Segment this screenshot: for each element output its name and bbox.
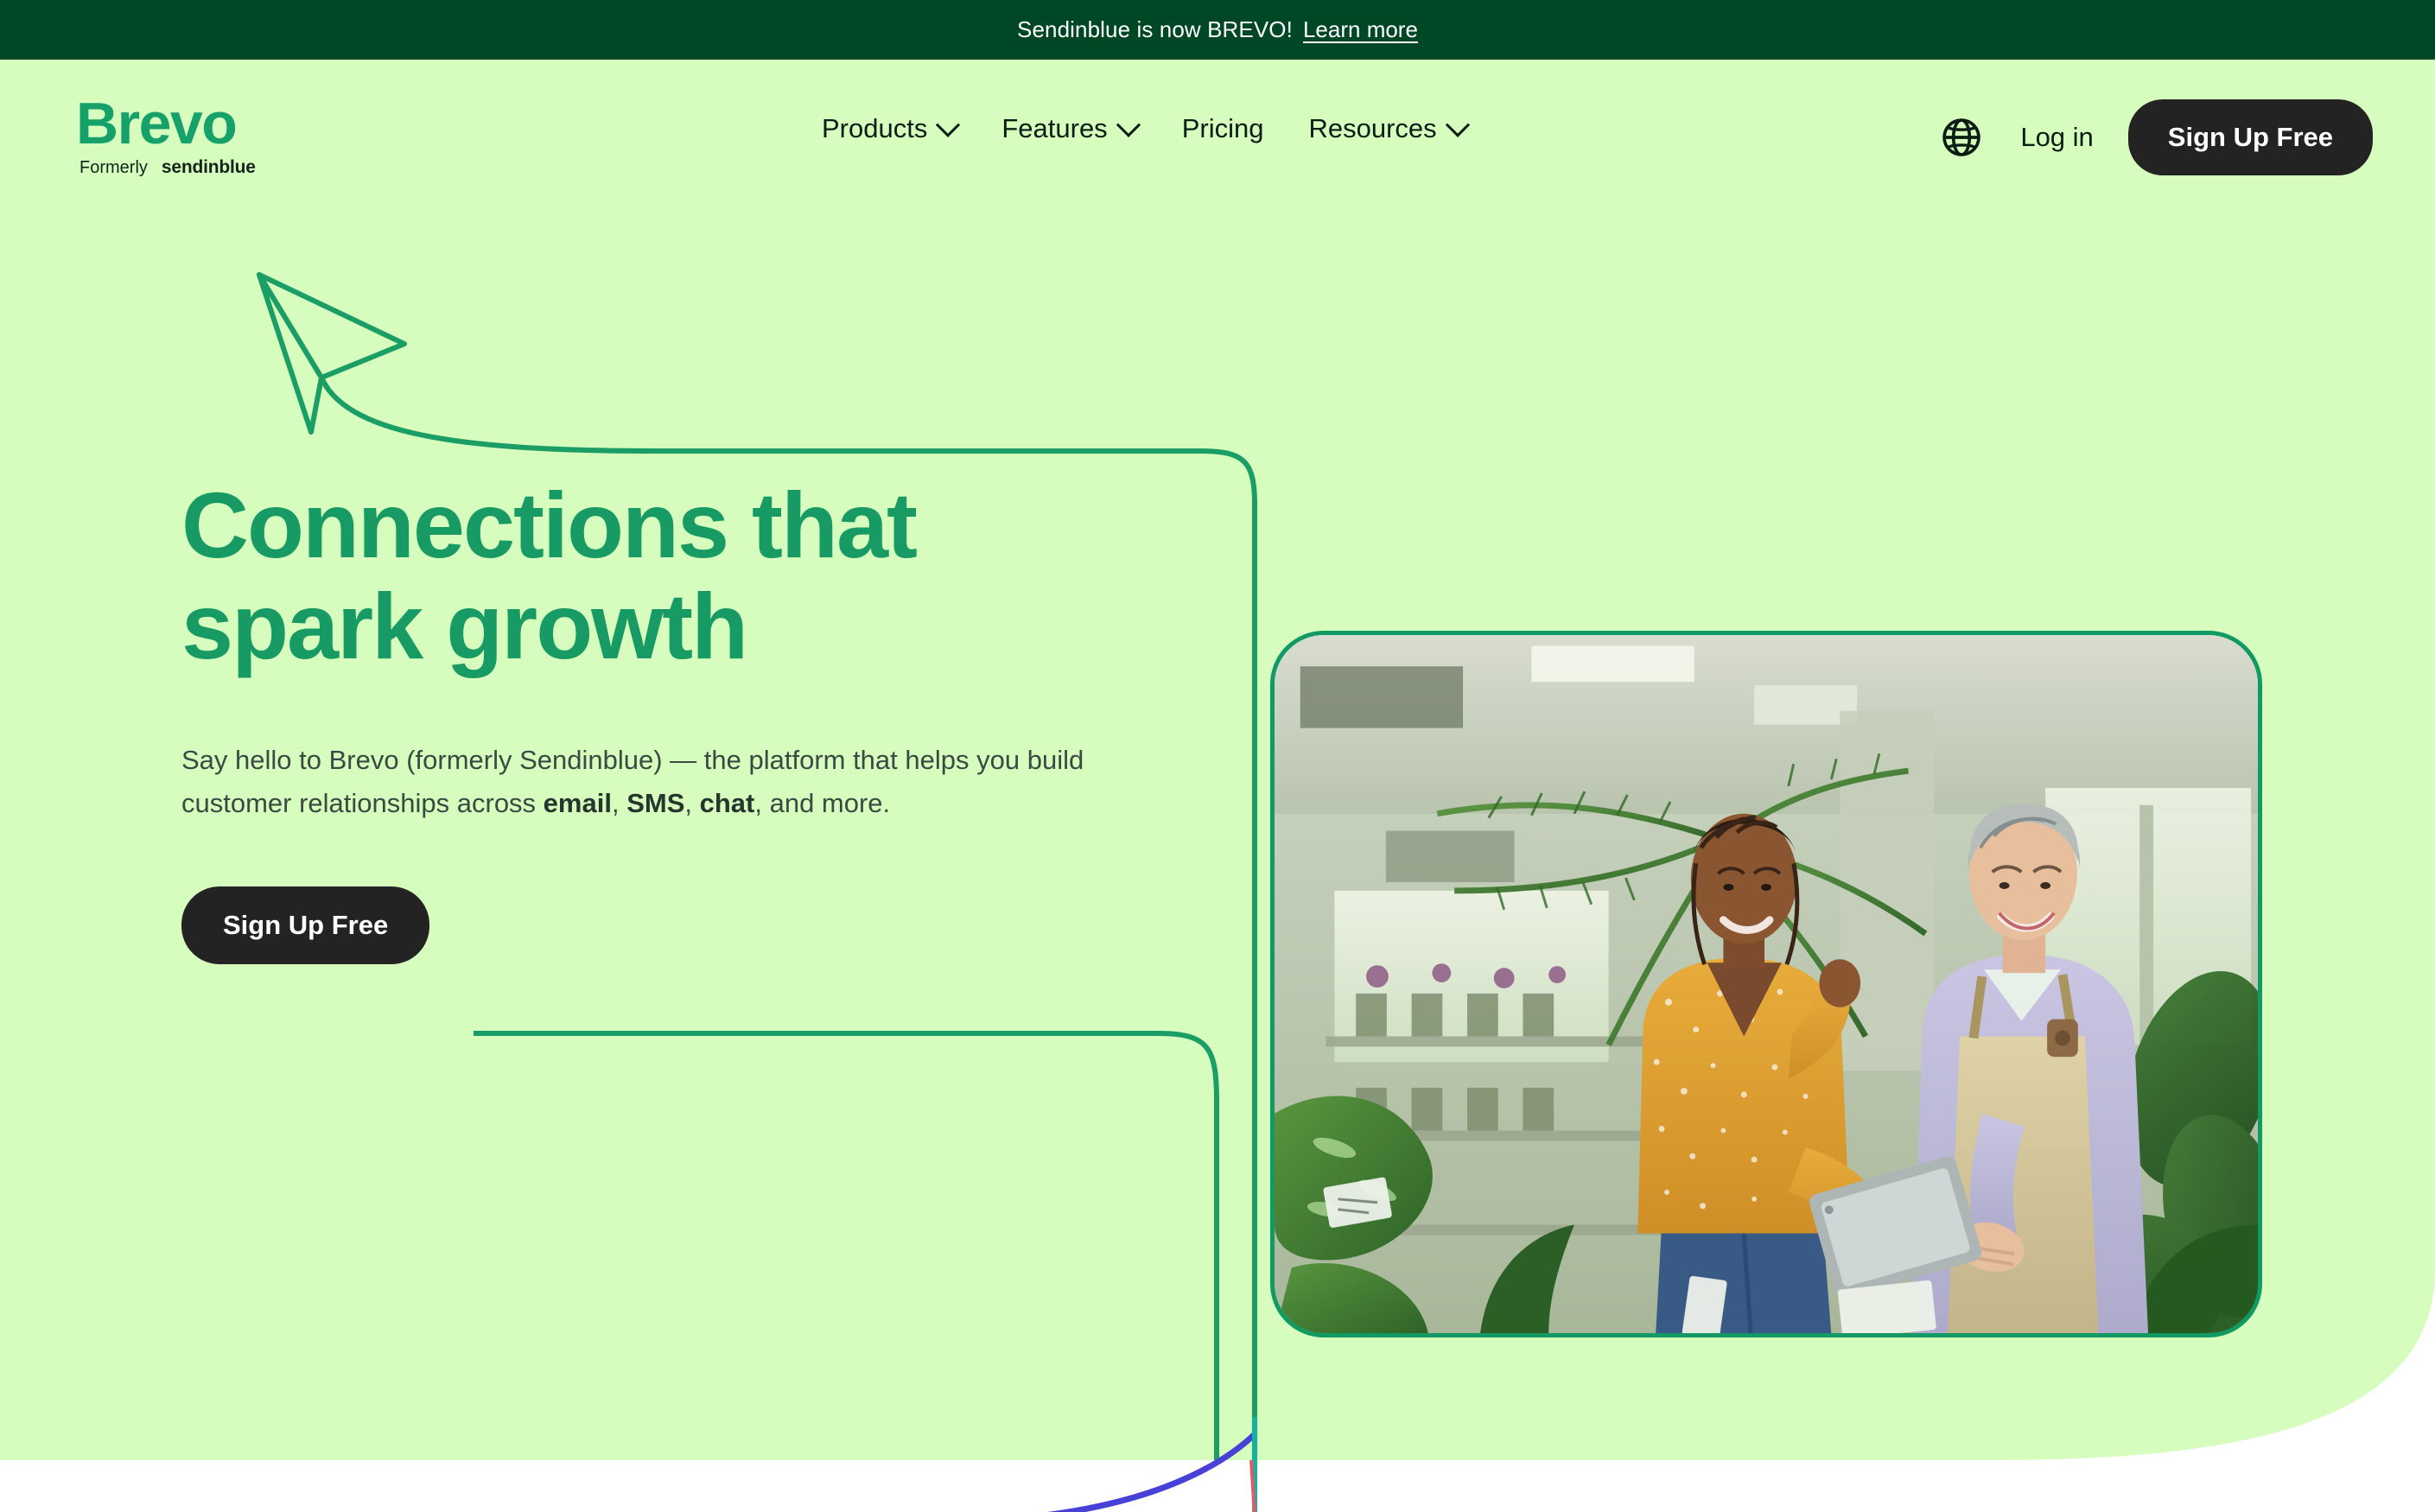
hero-image bbox=[1270, 631, 2262, 1337]
login-link[interactable]: Log in bbox=[2020, 122, 2093, 153]
hero-subtitle-emphasis: SMS bbox=[626, 788, 685, 819]
announcement-banner: Sendinblue is now BREVO! Learn more bbox=[0, 0, 2435, 60]
chevron-down-icon bbox=[1445, 112, 1470, 137]
header-actions: Log in Sign Up Free bbox=[1934, 99, 2373, 175]
hero-subtitle: Say hello to Brevo (formerly Sendinblue)… bbox=[181, 739, 1167, 825]
hero-subtitle-text: , bbox=[684, 788, 700, 819]
nav-item-products[interactable]: Products bbox=[799, 105, 979, 153]
nav-item-resources-label: Resources bbox=[1308, 113, 1437, 143]
nav-item-features[interactable]: Features bbox=[979, 105, 1159, 153]
globe-icon bbox=[1942, 118, 1981, 156]
plant-shop-photo bbox=[1275, 635, 2258, 1333]
hero-subtitle-emphasis: email bbox=[543, 788, 612, 819]
language-selector-button[interactable] bbox=[1934, 110, 1989, 165]
hero-title-line-1: Connections that bbox=[181, 473, 918, 577]
hero-subtitle-text: , bbox=[611, 788, 627, 819]
hero-image-content bbox=[1275, 635, 2258, 1333]
chevron-down-icon bbox=[1116, 112, 1141, 137]
nav-item-products-label: Products bbox=[822, 113, 928, 143]
announcement-text: Sendinblue is now BREVO! bbox=[1017, 16, 1293, 42]
header-signup-button[interactable]: Sign Up Free bbox=[2127, 99, 2373, 175]
announcement-learn-more-link[interactable]: Learn more bbox=[1303, 16, 1418, 43]
logo-wordmark: Brevo bbox=[76, 91, 238, 156]
hero-copy: Connections that spark growth Say hello … bbox=[181, 473, 1201, 964]
hero-title-line-2: spark growth bbox=[181, 573, 748, 678]
logo-tagline: Formerly sendinblue bbox=[76, 157, 256, 178]
chevron-down-icon bbox=[936, 112, 961, 137]
site-header: Brevo Formerly sendinblue Products Featu… bbox=[0, 60, 2435, 181]
nav-item-features-label: Features bbox=[1001, 113, 1108, 143]
hero-subtitle-text: , and more. bbox=[754, 788, 891, 819]
page-root: Sendinblue is now BREVO! Learn more Brev… bbox=[0, 0, 2435, 1512]
brevo-logo[interactable]: Brevo Formerly sendinblue bbox=[76, 91, 256, 178]
main-navigation: Products Features Pricing Resources bbox=[799, 105, 1489, 153]
logo-former-name: sendinblue bbox=[161, 157, 256, 178]
hero-title: Connections that spark growth bbox=[181, 473, 1201, 678]
nav-item-pricing-label: Pricing bbox=[1181, 113, 1264, 143]
nav-item-resources[interactable]: Resources bbox=[1286, 105, 1488, 153]
nav-item-pricing[interactable]: Pricing bbox=[1160, 105, 1287, 153]
logo-formerly-label: Formerly bbox=[79, 158, 148, 178]
hero-subtitle-emphasis: chat bbox=[699, 788, 755, 819]
hero-signup-button[interactable]: Sign Up Free bbox=[181, 886, 430, 964]
